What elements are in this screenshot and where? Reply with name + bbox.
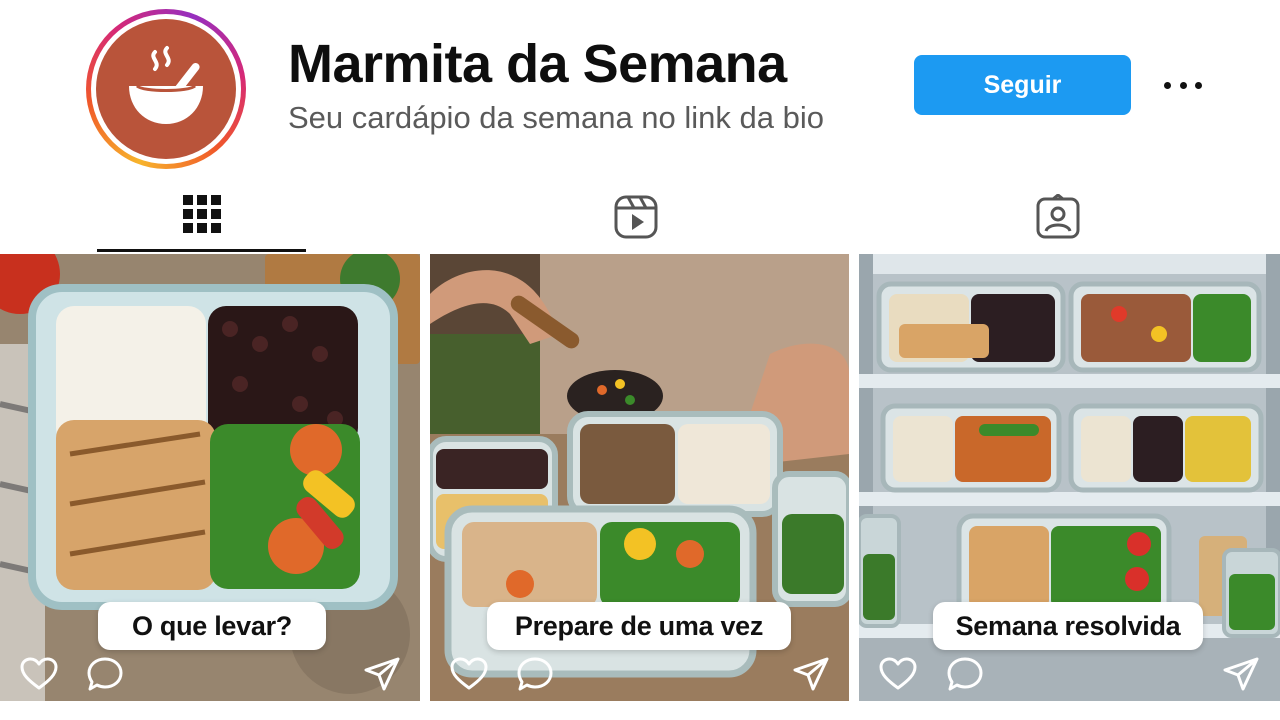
follow-button[interactable]: Seguir (914, 55, 1131, 115)
profile-bio: Seu cardápio da semana no link da bio (288, 100, 824, 135)
post-1[interactable]: O que levar? (0, 254, 420, 701)
like-button[interactable] (449, 654, 489, 694)
profile-avatar[interactable] (86, 9, 246, 169)
share-icon (793, 657, 829, 691)
comment-icon (947, 657, 983, 691)
reels-icon (614, 195, 657, 239)
avatar (96, 19, 236, 159)
tagged-icon (1036, 194, 1079, 239)
more-dot (1195, 81, 1202, 89)
comment-icon (87, 657, 123, 691)
more-dot (1179, 81, 1187, 89)
post-caption: Prepare de uma vez (487, 602, 791, 650)
share-icon (1223, 657, 1259, 691)
post-caption: O que levar? (98, 602, 326, 650)
tab-grid[interactable] (97, 190, 306, 252)
comment-button[interactable] (85, 654, 125, 694)
comment-icon (517, 657, 553, 691)
grid-icon (182, 195, 221, 233)
share-button[interactable] (1221, 654, 1261, 694)
like-button[interactable] (878, 654, 918, 694)
heart-icon (20, 657, 58, 690)
post-3[interactable]: Semana resolvida (859, 254, 1280, 701)
tab-tagged[interactable] (953, 190, 1162, 252)
like-button[interactable] (19, 654, 59, 694)
share-button[interactable] (791, 654, 831, 694)
heart-icon (879, 657, 917, 690)
soup-bowl-icon (129, 46, 203, 124)
comment-button[interactable] (945, 654, 985, 694)
comment-button[interactable] (515, 654, 555, 694)
avatar-gap (91, 14, 241, 164)
more-options-button[interactable] (1160, 70, 1206, 100)
post-caption: Semana resolvida (933, 602, 1203, 650)
more-dot (1164, 81, 1171, 89)
tab-reels[interactable] (531, 190, 740, 252)
profile-name: Marmita da Semana (288, 34, 787, 94)
post-2[interactable]: Prepare de uma vez (430, 254, 849, 701)
heart-icon (450, 657, 488, 690)
tab-active-indicator (97, 249, 306, 252)
share-icon (364, 657, 400, 691)
share-button[interactable] (362, 654, 402, 694)
